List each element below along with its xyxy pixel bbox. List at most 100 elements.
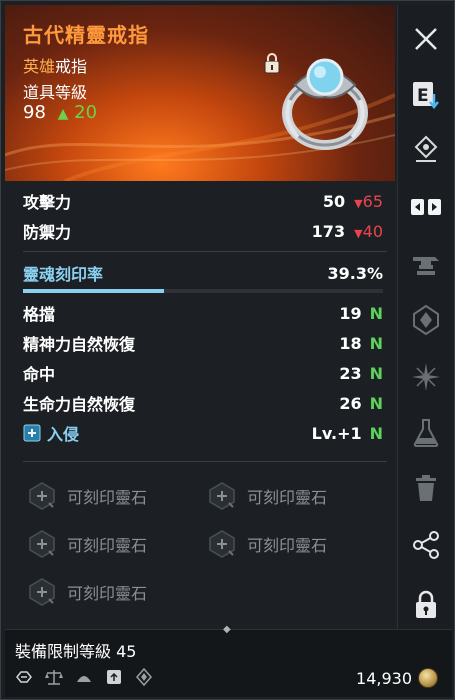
- soul-rate-bar-fill: [23, 289, 165, 293]
- stat-value: 173: [311, 221, 346, 241]
- new-badge: N: [369, 423, 383, 443]
- share-button[interactable]: [406, 525, 446, 565]
- engrave-socket[interactable]: 可刻印靈石: [27, 529, 147, 559]
- compare-icon: [411, 199, 441, 215]
- stat-row-attack: 攻擊力 50 ▼65: [23, 189, 383, 213]
- substat-row: 生命力自然恢復 26 N: [23, 391, 383, 415]
- stat-diff-down: ▼40: [354, 222, 383, 241]
- stat-label: 攻擊力: [23, 193, 72, 212]
- lock-button[interactable]: [406, 585, 446, 625]
- down-arrow-icon: ▼: [354, 226, 363, 240]
- tooltip-footer: ◆ 裝備限制等級 45 14,930: [5, 624, 452, 697]
- equip-button[interactable]: E: [406, 75, 446, 115]
- compare-button[interactable]: [406, 187, 446, 227]
- dismantle-icon: [77, 676, 91, 682]
- socket-add-icon: [29, 578, 55, 606]
- divider: [23, 251, 387, 252]
- trade-flags: [15, 668, 153, 686]
- stat-diff-down: ▼65: [354, 192, 383, 211]
- item-level-up-value: 20: [74, 102, 98, 123]
- socket-label: 可刻印靈石: [67, 488, 148, 507]
- tooltip-sidebar: E: [397, 5, 452, 635]
- invade-value: Lv.+1: [311, 423, 362, 443]
- item-tooltip-panel: 古代精靈戒指 英雄戒指 道具等級 98 ▲ 20 E 攻擊力 50 ▼65 防禦…: [0, 0, 455, 700]
- item-level-label: 道具等級: [23, 83, 88, 102]
- down-arrow-icon: ▼: [354, 196, 363, 210]
- close-icon: [415, 28, 437, 50]
- substat-value: 23: [339, 363, 362, 383]
- sell-price: 14,930: [356, 668, 438, 688]
- rarity-tier: 英雄: [23, 57, 56, 76]
- engrave-socket[interactable]: 可刻印靈石: [207, 529, 327, 559]
- substat-value: 19: [339, 303, 362, 323]
- item-rarity: 英雄戒指: [23, 53, 87, 77]
- socket-add-icon: [209, 530, 235, 558]
- item-name: 古代精靈戒指: [23, 23, 149, 47]
- new-badge: N: [369, 333, 383, 353]
- engrave-socket[interactable]: 可刻印靈石: [27, 481, 147, 511]
- stat-value: 50: [322, 191, 346, 211]
- stat-diff-value: 40: [362, 221, 383, 241]
- substat-label: 命中: [23, 365, 56, 384]
- socket-label: 可刻印靈石: [67, 536, 148, 555]
- engrave-socket[interactable]: 可刻印靈石: [207, 481, 327, 511]
- price-value: 14,930: [356, 668, 412, 688]
- soul-rate-value: 39.3%: [327, 263, 383, 283]
- substat-row: 精神力自然恢復 18 N: [23, 331, 383, 355]
- soul-rate-bar: [23, 289, 383, 293]
- new-badge: N: [369, 393, 383, 413]
- enhance-button[interactable]: [406, 357, 446, 397]
- soul-rate-row: 靈魂刻印率 39.3%: [23, 261, 383, 285]
- engrave-socket[interactable]: 可刻印靈石: [27, 577, 147, 607]
- substat-value-group: 18 N: [339, 334, 383, 353]
- item-type: 戒指: [55, 57, 88, 76]
- ring-icon: [282, 58, 368, 150]
- location-button[interactable]: [406, 130, 446, 170]
- substat-row: 格擋 19 N: [23, 301, 383, 325]
- substat-row: 命中 23 N: [23, 361, 383, 385]
- stat-diff-value: 65: [362, 191, 383, 211]
- invade-value-group: Lv.+1 N: [312, 424, 383, 443]
- close-button[interactable]: [406, 19, 446, 59]
- storage-icon: [107, 670, 121, 684]
- lock-icon: [416, 590, 436, 618]
- socket-label: 可刻印靈石: [67, 584, 148, 603]
- expand-caret-icon[interactable]: ◆: [223, 624, 231, 635]
- substat-value-group: 23 N: [339, 364, 383, 383]
- anvil-button[interactable]: [406, 245, 446, 285]
- stat-row-defense: 防禦力 173 ▼40: [23, 219, 383, 243]
- substat-value-group: 26 N: [339, 394, 383, 413]
- trash-icon: [416, 475, 436, 501]
- stat-value-group: 50 ▼65: [323, 192, 383, 211]
- invade-label-group: 入侵: [23, 421, 79, 445]
- socket-label: 可刻印靈石: [247, 536, 328, 555]
- engrave-button[interactable]: [406, 300, 446, 340]
- discard-button[interactable]: [406, 468, 446, 508]
- alchemy-button[interactable]: [406, 413, 446, 453]
- substat-value-group: 19 N: [339, 304, 383, 323]
- divider: [23, 461, 387, 462]
- gold-coin-icon: [418, 668, 438, 688]
- stat-label: 防禦力: [23, 223, 72, 242]
- socket-add-icon: [29, 482, 55, 510]
- socket-info-icon: [136, 668, 152, 686]
- item-level-value: 98: [23, 102, 46, 123]
- item-level: 98 ▲ 20: [23, 102, 97, 123]
- scale-icon: [45, 670, 63, 685]
- up-arrow-icon: ▲: [57, 106, 69, 122]
- substat-value: 26: [339, 393, 362, 413]
- equip-level-requirement: 裝備限制等級 45: [15, 642, 137, 661]
- anvil-icon: [413, 257, 439, 275]
- invade-label: 入侵: [47, 425, 80, 444]
- invade-skill-icon: [23, 424, 41, 442]
- substat-label: 精神力自然恢復: [23, 335, 136, 354]
- flask-icon: [413, 419, 439, 447]
- substat-label: 生命力自然恢復: [23, 395, 136, 414]
- substat-label: 格擋: [23, 305, 56, 324]
- share-icon: [413, 531, 439, 559]
- item-header: 古代精靈戒指 英雄戒指 道具等級 98 ▲ 20: [5, 5, 395, 181]
- socket-label: 可刻印靈石: [247, 488, 328, 507]
- substat-value: 18: [339, 333, 362, 353]
- new-badge: N: [369, 363, 383, 383]
- new-badge: N: [369, 303, 383, 323]
